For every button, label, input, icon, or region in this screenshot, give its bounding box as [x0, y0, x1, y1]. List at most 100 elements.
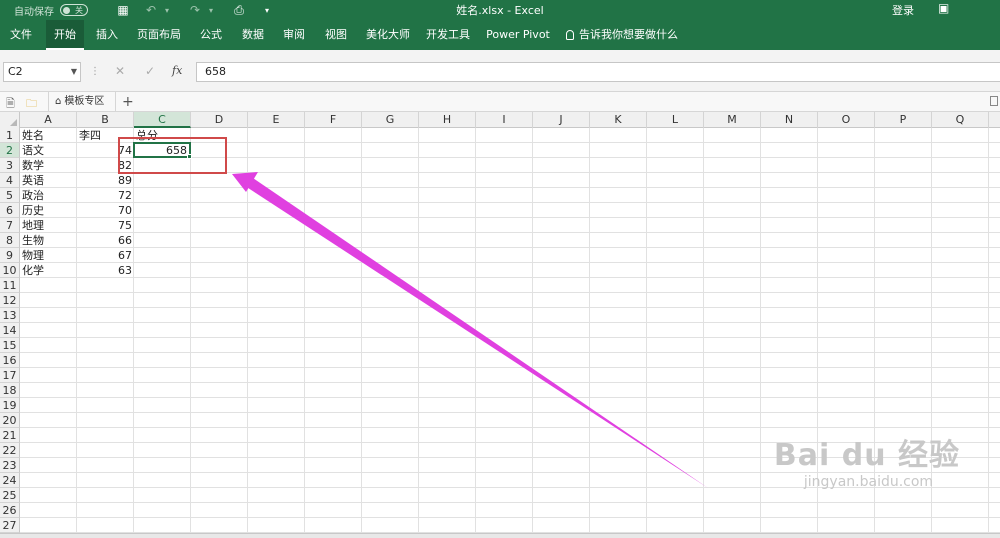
column-header-k[interactable]: K — [590, 112, 647, 128]
column-header-i[interactable]: I — [476, 112, 533, 128]
cell-a5[interactable]: 政治 — [20, 188, 77, 203]
column-header-p[interactable]: P — [875, 112, 932, 128]
tab-data[interactable]: 数据 — [236, 20, 270, 50]
row-header-27[interactable]: 27 — [0, 518, 20, 533]
template-tab[interactable]: ⌂ 模板专区 — [48, 92, 116, 112]
row-header-5[interactable]: 5 — [0, 188, 20, 203]
tab-page-layout[interactable]: 页面布局 — [134, 20, 184, 50]
tab-review[interactable]: 审阅 — [277, 20, 311, 50]
row-header-21[interactable]: 21 — [0, 428, 20, 443]
tell-me-search[interactable]: 告诉我你想要做什么 — [566, 20, 678, 50]
column-header-n[interactable]: N — [761, 112, 818, 128]
tab-view[interactable]: 视图 — [319, 20, 353, 50]
row-header-4[interactable]: 4 — [0, 173, 20, 188]
cell-a3[interactable]: 数学 — [20, 158, 77, 173]
row-header-12[interactable]: 12 — [0, 293, 20, 308]
row-header-14[interactable]: 14 — [0, 323, 20, 338]
column-header-l[interactable]: L — [647, 112, 704, 128]
row-header-22[interactable]: 22 — [0, 443, 20, 458]
tab-formulas[interactable]: 公式 — [194, 20, 228, 50]
tab-power-pivot[interactable]: Power Pivot — [484, 20, 552, 50]
cell-b9[interactable]: 67 — [77, 248, 134, 263]
column-header-c[interactable]: C — [134, 112, 191, 128]
column-header-a[interactable]: A — [20, 112, 77, 128]
watermark-brand: Bai du 经验 — [773, 438, 960, 473]
cell-a8[interactable]: 生物 — [20, 233, 77, 248]
cell-a7[interactable]: 地理 — [20, 218, 77, 233]
row-header-17[interactable]: 17 — [0, 368, 20, 383]
row-header-26[interactable]: 26 — [0, 503, 20, 518]
home-icon: ⌂ — [55, 96, 62, 107]
cell-a10[interactable]: 化学 — [20, 263, 77, 278]
row-header-25[interactable]: 25 — [0, 488, 20, 503]
row-header-7[interactable]: 7 — [0, 218, 20, 233]
cell-b8[interactable]: 66 — [77, 233, 134, 248]
row-header-20[interactable]: 20 — [0, 413, 20, 428]
column-header-q[interactable]: Q — [932, 112, 989, 128]
cell-a6[interactable]: 历史 — [20, 203, 77, 218]
highlight-box — [118, 137, 227, 174]
row-header-8[interactable]: 8 — [0, 233, 20, 248]
column-header-d[interactable]: D — [191, 112, 248, 128]
row-header-6[interactable]: 6 — [0, 203, 20, 218]
chevron-down-icon[interactable]: ▼ — [71, 63, 77, 81]
formula-bar: C2 ▼ ⋮ ✕ ✓ fx 658 — [0, 50, 1000, 92]
tab-developer[interactable]: 开发工具 — [422, 20, 474, 50]
document-tab-strip: 🗎 🗀 ⌂ 模板专区 + — [0, 92, 1000, 112]
row-header-19[interactable]: 19 — [0, 398, 20, 413]
cancel-icon[interactable]: ✕ — [112, 64, 128, 78]
cell-b5[interactable]: 72 — [77, 188, 134, 203]
column-header-g[interactable]: G — [362, 112, 419, 128]
cell-b10[interactable]: 63 — [77, 263, 134, 278]
cell-a1[interactable]: 姓名 — [20, 128, 77, 143]
template-tab-label: 模板专区 — [64, 96, 105, 107]
tab-file[interactable]: 文件 — [4, 20, 38, 50]
row-header-13[interactable]: 13 — [0, 308, 20, 323]
cell-b4[interactable]: 89 — [77, 173, 134, 188]
row-header-15[interactable]: 15 — [0, 338, 20, 353]
cell-b7[interactable]: 75 — [77, 218, 134, 233]
row-header-11[interactable]: 11 — [0, 278, 20, 293]
column-header-b[interactable]: B — [77, 112, 134, 128]
column-header-o[interactable]: O — [818, 112, 875, 128]
column-headers: ABCDEFGHIJKLMNOPQ — [0, 112, 1000, 128]
name-box-value: C2 — [8, 65, 23, 78]
column-header-e[interactable]: E — [248, 112, 305, 128]
tab-beautify-master[interactable]: 美化大师 — [362, 20, 414, 50]
name-box[interactable]: C2 ▼ — [3, 62, 81, 82]
cell-a4[interactable]: 英语 — [20, 173, 77, 188]
cell-b6[interactable]: 70 — [77, 203, 134, 218]
cell-a9[interactable]: 物理 — [20, 248, 77, 263]
column-header-f[interactable]: F — [305, 112, 362, 128]
insert-function-icon[interactable]: fx — [172, 64, 182, 77]
row-header-3[interactable]: 3 — [0, 158, 20, 173]
login-link[interactable]: 登录 — [892, 2, 914, 18]
row-header-23[interactable]: 23 — [0, 458, 20, 473]
select-all-corner[interactable] — [0, 112, 20, 128]
cell-a2[interactable]: 语文 — [20, 143, 77, 158]
sheet-status-strip — [0, 533, 1000, 538]
column-header-h[interactable]: H — [419, 112, 476, 128]
row-header-10[interactable]: 10 — [0, 263, 20, 278]
row-header-18[interactable]: 18 — [0, 383, 20, 398]
layout-toggle-icon[interactable] — [990, 96, 998, 106]
ribbon-display-icon[interactable]: ▣ — [938, 1, 949, 15]
watermark: Bai du 经验 jingyan.baidu.com — [774, 430, 960, 490]
column-header-m[interactable]: M — [704, 112, 761, 128]
tab-home[interactable]: 开始 — [46, 20, 84, 50]
watermark-url: jingyan.baidu.com — [803, 474, 934, 490]
column-header-j[interactable]: J — [533, 112, 590, 128]
row-header-2[interactable]: 2 — [0, 143, 20, 158]
row-header-1[interactable]: 1 — [0, 128, 20, 143]
formula-input[interactable]: 658 — [196, 62, 1000, 82]
ribbon-tabs: 文件 开始 插入 页面布局 公式 数据 审阅 视图 美化大师 开发工具 Powe… — [0, 20, 1000, 50]
add-tab-button[interactable]: + — [122, 92, 134, 112]
enter-check-icon[interactable]: ✓ — [142, 64, 158, 78]
row-header-9[interactable]: 9 — [0, 248, 20, 263]
title-bar: 自动保存 关 ▦ ↶ ▾ ↷ ▾ ⎙ ▾ 姓名.xlsx - Excel 登录 … — [0, 0, 1000, 20]
row-header-16[interactable]: 16 — [0, 353, 20, 368]
formula-bar-separator-icon: ⋮ — [90, 66, 100, 77]
tab-insert[interactable]: 插入 — [90, 20, 124, 50]
window-title: 姓名.xlsx - Excel — [456, 4, 544, 17]
row-header-24[interactable]: 24 — [0, 473, 20, 488]
